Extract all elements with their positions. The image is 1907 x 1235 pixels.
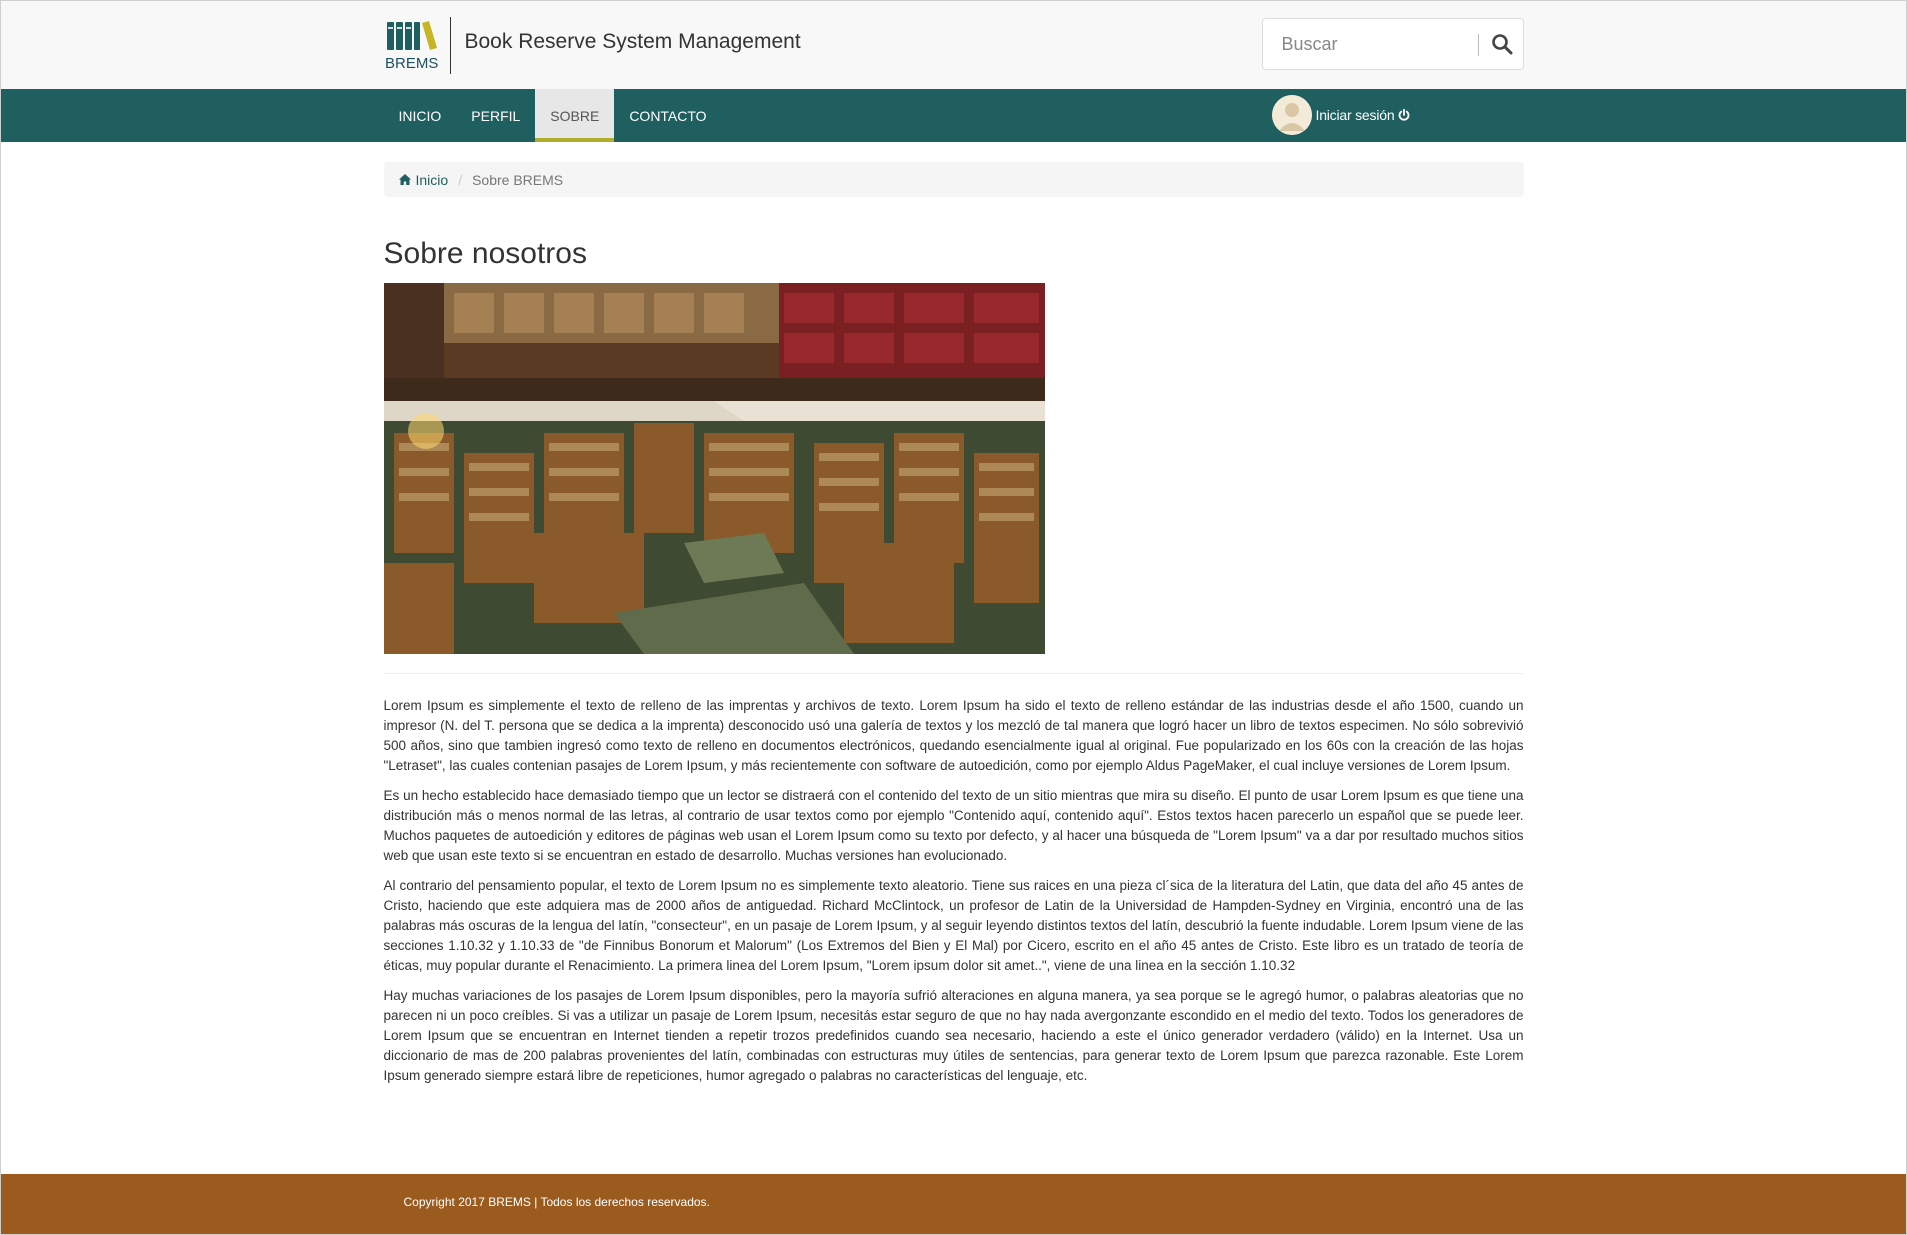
footer-copyright: Copyright 2017 BREMS | Todos los derecho… <box>403 1195 710 1209</box>
breadcrumb-home-label: Inicio <box>415 171 449 188</box>
breadcrumb-separator: / <box>458 171 463 188</box>
search-input[interactable] <box>1262 19 1478 69</box>
about-text: Lorem Ipsum es simplemente el texto de r… <box>384 696 1524 1086</box>
main-content: Inicio / Sobre BREMS Sobre nosotros Lore… <box>383 162 1524 1086</box>
page-title: Sobre nosotros <box>383 237 587 270</box>
nav-item-inicio[interactable]: INICIO <box>384 89 457 142</box>
home-icon <box>398 174 411 185</box>
nav-item-perfil[interactable]: PERFIL <box>456 89 535 142</box>
brems-logo[interactable]: BREMS <box>384 17 448 75</box>
login-button[interactable]: Iniciar sesión <box>1271 94 1411 136</box>
breadcrumb-current: Sobre BREMS <box>472 171 564 188</box>
nav-item-contacto[interactable]: CONTACTO <box>614 89 721 142</box>
about-paragraph: Al contrario del pensamiento popular, el… <box>383 878 1524 973</box>
login-label: Iniciar sesión <box>1315 107 1395 123</box>
search-button[interactable] <box>1480 19 1524 69</box>
divider <box>383 673 1524 674</box>
svg-text:BREMS: BREMS <box>385 55 438 72</box>
nav-menu: INICIO PERFIL SOBRE CONTACTO <box>384 89 722 142</box>
search-box <box>1261 18 1524 70</box>
about-paragraph: Es un hecho establecido hace demasiado t… <box>383 788 1524 863</box>
search-separator <box>1477 34 1479 56</box>
avatar <box>1271 95 1312 135</box>
site-header: BREMS Book Reserve System Management <box>1 1 1906 89</box>
logo-divider <box>449 17 451 74</box>
nav-item-sobre[interactable]: SOBRE <box>535 89 615 142</box>
site-title: Book Reserve System Management <box>464 30 801 53</box>
about-paragraph: Hay muchas variaciones de los pasajes de… <box>383 988 1524 1083</box>
main-navbar: INICIO PERFIL SOBRE CONTACTO Iniciar ses… <box>1 89 1906 142</box>
site-footer: Copyright 2017 BREMS | Todos los derecho… <box>1 1174 1906 1234</box>
library-image <box>383 283 1045 654</box>
breadcrumb-home-link[interactable]: Inicio <box>398 171 449 188</box>
search-icon <box>1491 34 1512 55</box>
power-icon <box>1399 109 1410 121</box>
about-paragraph: Lorem Ipsum es simplemente el texto de r… <box>383 698 1524 773</box>
breadcrumb: Inicio / Sobre BREMS <box>383 162 1524 197</box>
